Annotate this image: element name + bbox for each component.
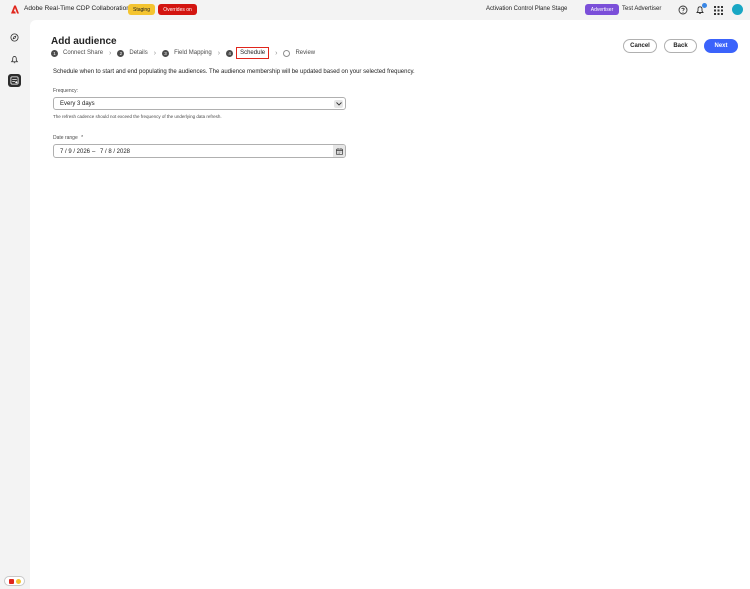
top-bar: Adobe Real-Time CDP Collaboration Stagin… [0,0,750,20]
frequency-help-text: The refresh cadence should not exceed th… [53,114,222,119]
left-rail [0,20,30,589]
step-details[interactable]: 2 Details [117,49,148,57]
step-review[interactable]: Review [283,49,316,57]
step-number: 3 [162,49,170,57]
chevron-right-icon: › [275,49,278,57]
schedule-description: Schedule when to start and end populatin… [53,69,415,75]
step-pending-icon [283,49,291,57]
next-button[interactable]: Next [704,39,738,53]
frequency-label: Frequency: [53,88,79,94]
adobe-logo-icon[interactable] [11,5,19,14]
chevron-down-icon[interactable] [334,100,343,108]
step-label: Field Mapping [174,50,212,56]
role-badge: Advertiser [585,4,619,15]
step-label: Connect Share [63,50,104,56]
required-asterisk: * [81,135,84,141]
app-title[interactable]: Adobe Real-Time CDP Collaboration [24,5,130,12]
date-range-picker[interactable]: 7 / 9 / 2026 – 7 / 8 / 2028 [53,144,346,158]
audience-share-icon[interactable] [8,74,21,87]
user-name[interactable]: Test Advertiser [622,6,661,12]
environment-name: Activation Control Plane Stage [486,5,568,12]
start-date-input[interactable]: 7 / 9 / 2026 [60,149,90,155]
overrides-badge[interactable]: Overrides on [158,4,197,15]
avatar[interactable] [732,4,743,15]
help-icon[interactable] [677,4,689,16]
frequency-select[interactable]: Every 3 days [53,97,346,110]
step-connect-share[interactable]: 1 Connect Share [51,49,104,57]
chevron-right-icon: › [153,49,157,57]
back-button[interactable]: Back [664,39,697,53]
step-number: 2 [117,49,125,57]
chevron-right-icon: › [109,49,112,57]
step-schedule[interactable]: 4 Schedule [226,47,270,59]
step-label: Schedule [236,47,270,59]
stepper: 1 Connect Share › 2 Details › 3 Field Ma… [51,47,316,59]
end-date-input[interactable]: 7 / 8 / 2028 [100,149,130,155]
status-pill[interactable] [4,576,25,586]
step-number: 4 [226,49,234,57]
calendar-icon[interactable] [333,145,345,157]
date-range-label: Date range * [53,135,83,141]
date-separator: – [92,148,96,155]
step-field-mapping[interactable]: 3 Field Mapping [162,49,212,57]
step-label: Review [295,50,316,56]
frequency-value: Every 3 days [60,101,95,107]
chevron-right-icon: › [217,49,221,57]
step-number: 1 [51,49,58,57]
main-panel: Add audience 1 Connect Share › 2 Details… [30,20,750,589]
bell-outline-icon[interactable] [8,53,21,66]
notifications-icon[interactable] [694,3,707,16]
page-title: Add audience [51,36,117,47]
date-range-label-text: Date range [53,135,78,141]
notification-dot [702,3,707,8]
step-label: Details [129,50,148,56]
status-circle-icon [15,578,21,584]
compass-icon[interactable] [8,31,21,44]
cancel-button[interactable]: Cancel [623,39,657,53]
apps-grid-icon[interactable] [712,4,724,16]
status-square-icon [8,578,14,584]
staging-badge: Staging [128,4,155,15]
